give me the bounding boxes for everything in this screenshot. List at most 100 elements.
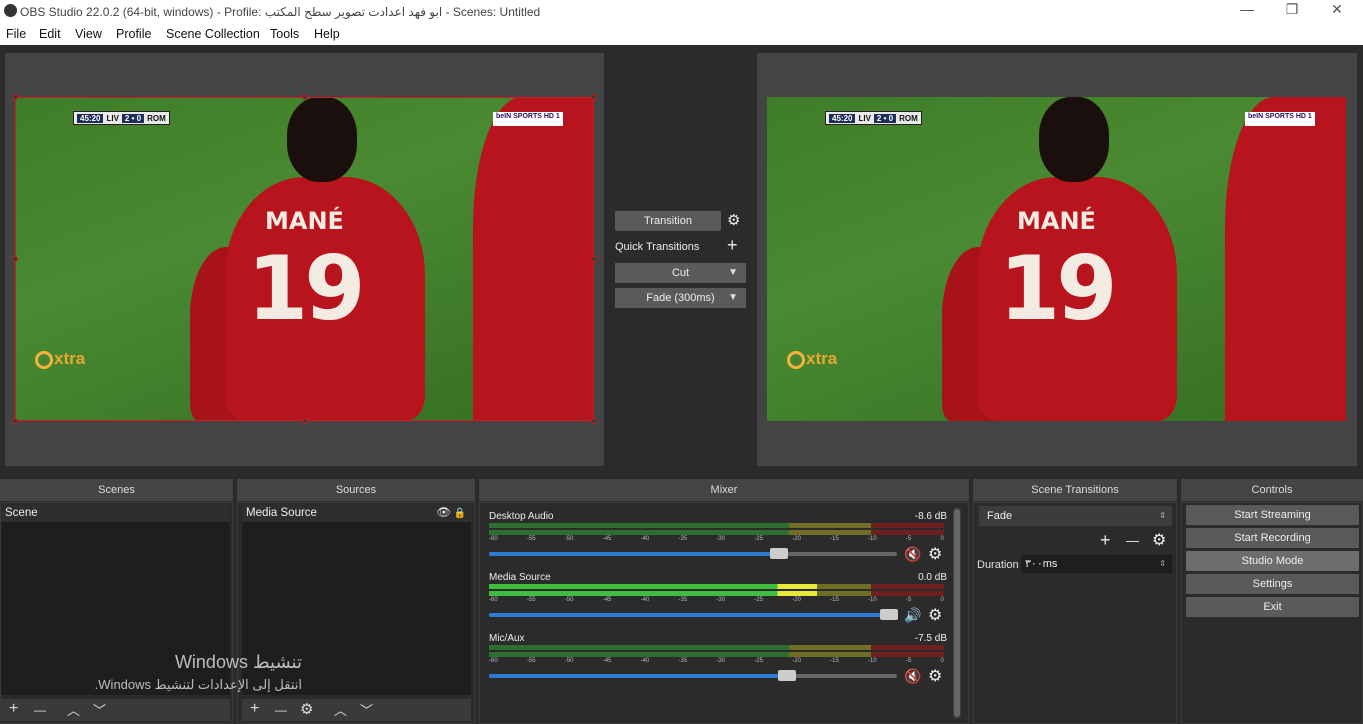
sources-dock-title: Sources — [237, 479, 475, 501]
remove-source-icon[interactable]: — — [275, 703, 287, 717]
resize-handle[interactable] — [12, 94, 18, 100]
tick-label: -50 — [564, 597, 574, 603]
chevron-updown-icon: ⇳ — [1159, 559, 1166, 568]
eye-icon[interactable]: 👁 — [436, 505, 451, 522]
move-down-icon[interactable]: ﹀ — [360, 700, 373, 719]
volume-slider-knob[interactable] — [777, 670, 796, 681]
obs-logo-icon — [4, 4, 17, 17]
mixer-scrollbar[interactable] — [953, 507, 961, 719]
restore-button[interactable]: ❐ — [1282, 1, 1302, 18]
channel-gear-icon[interactable]: ⚙ — [928, 669, 942, 685]
quick-transitions-label: Quick Transitions — [615, 241, 700, 253]
activation-watermark-text: انتقل إلى الإعدادات لتنشيط Windows. — [94, 677, 302, 692]
tick-label: -40 — [640, 597, 650, 603]
minimize-button[interactable]: — — [1237, 1, 1257, 17]
menu-file[interactable]: File — [6, 27, 26, 41]
speaker-icon[interactable]: 🔊 — [904, 608, 921, 623]
chevron-down-icon: ▼ — [728, 267, 738, 278]
add-scene-icon[interactable]: + — [9, 700, 18, 718]
move-up-icon[interactable]: ︿ — [67, 700, 80, 719]
program-pane: MANÉ 19 45:20 LIV 2 • 0 ROM beIN SPORTS … — [757, 53, 1357, 466]
tick-label: -55 — [526, 536, 536, 542]
tick-label: -50 — [564, 658, 574, 664]
channel-db-value: -8.6 dB — [914, 511, 947, 522]
source-selection-box[interactable] — [15, 97, 594, 421]
volume-meter — [489, 584, 944, 589]
cut-transition-button[interactable]: Cut ▼ — [615, 263, 746, 283]
start-streaming-button[interactable]: Start Streaming — [1186, 505, 1359, 525]
meter-ticks: -60 -55 -50 -45 -40 -35 -30 -25 -20 -15 -10 -5 0 — [489, 658, 944, 664]
tick-label: -5 — [905, 536, 912, 542]
tick-label: -45 — [602, 536, 612, 542]
menu-help[interactable]: Help — [314, 27, 340, 41]
resize-handle[interactable] — [12, 418, 18, 424]
menu-profile[interactable]: Profile — [116, 27, 151, 41]
add-transition-icon[interactable]: + — [1100, 531, 1111, 549]
resize-handle[interactable] — [591, 256, 597, 262]
chevron-updown-icon: ⇳ — [1159, 511, 1166, 520]
remove-transition-icon[interactable]: — — [1126, 533, 1139, 548]
menu-bar: File Edit View Profile Scene Collection … — [0, 23, 1363, 45]
list-item[interactable]: Scene — [1, 505, 230, 522]
lock-icon[interactable]: 🔒 — [454, 505, 466, 522]
mixer-channel: Media Source 0.0 dB -60 -55 -50 -45 -40 -35 -30-… — [484, 572, 949, 630]
resize-handle[interactable] — [591, 94, 597, 100]
add-quick-transition-icon[interactable]: + — [727, 236, 738, 254]
start-recording-button[interactable]: Start Recording — [1186, 528, 1359, 548]
channel-gear-icon[interactable]: ⚙ — [928, 608, 942, 624]
controls-dock-title: Controls — [1181, 479, 1363, 501]
resize-handle[interactable] — [12, 256, 18, 262]
scenes-toolbar: + — ︿ ﹀ — [1, 699, 230, 721]
move-down-icon[interactable]: ﹀ — [93, 700, 106, 719]
window-title: OBS Studio 22.0.2 (64-bit, windows) - Pr… — [20, 5, 541, 19]
volume-meter — [489, 523, 944, 528]
tick-label: -10 — [868, 536, 877, 542]
preview-pane[interactable]: MANÉ 19 45:20 LIV 2 • 0 ROM beIN SPORTS … — [5, 53, 604, 466]
menu-tools[interactable]: Tools — [270, 27, 299, 41]
tick-label: -15 — [830, 658, 839, 664]
volume-slider-knob[interactable] — [879, 609, 898, 620]
tick-label: -10 — [868, 597, 877, 603]
volume-slider[interactable] — [489, 670, 897, 681]
remove-scene-icon[interactable]: — — [34, 703, 46, 717]
resize-handle[interactable] — [302, 418, 308, 424]
scene-transitions-dock: Fade ⇳ + — ⚙ Duration ٣٠٠ms ⇳ — [973, 502, 1177, 724]
volume-meter — [489, 652, 944, 657]
tick-label: -35 — [678, 597, 688, 603]
list-item[interactable]: Media Source 👁 🔒 — [242, 505, 471, 522]
close-button[interactable]: ✕ — [1327, 1, 1347, 18]
tick-label: -10 — [868, 658, 877, 664]
studio-mode-button[interactable]: Studio Mode — [1186, 551, 1359, 571]
mixer-channels: Desktop Audio -8.6 dB -60 -55 -50 -45 -40 -35 -3… — [484, 505, 949, 723]
source-properties-gear-icon[interactable]: ⚙ — [300, 700, 313, 718]
move-up-icon[interactable]: ︿ — [334, 700, 347, 719]
transition-gear-icon[interactable]: ⚙ — [727, 213, 740, 228]
tick-label: -15 — [830, 597, 839, 603]
volume-slider[interactable] — [489, 548, 897, 559]
menu-edit[interactable]: Edit — [39, 27, 61, 41]
volume-slider-knob[interactable] — [769, 548, 788, 559]
resize-handle[interactable] — [302, 94, 308, 100]
transition-select[interactable]: Fade ⇳ — [979, 506, 1172, 526]
resize-handle[interactable] — [591, 418, 597, 424]
tick-label: -5 — [905, 658, 912, 664]
transition-button[interactable]: Transition — [615, 211, 721, 231]
tick-label: -25 — [754, 658, 764, 664]
muted-speaker-icon[interactable]: 🔇 — [904, 669, 921, 684]
exit-button[interactable]: Exit — [1186, 597, 1359, 617]
tick-label: -45 — [602, 597, 612, 603]
menu-view[interactable]: View — [75, 27, 102, 41]
transition-properties-gear-icon[interactable]: ⚙ — [1152, 533, 1166, 549]
tick-label: -35 — [678, 658, 688, 664]
tick-label: 0 — [940, 597, 944, 603]
add-source-icon[interactable]: + — [250, 700, 259, 718]
tick-label: -40 — [640, 536, 650, 542]
duration-spinbox[interactable]: ٣٠٠ms ⇳ — [1021, 555, 1172, 573]
volume-slider[interactable] — [489, 609, 898, 620]
volume-meter — [489, 645, 944, 650]
settings-button[interactable]: Settings — [1186, 574, 1359, 594]
channel-gear-icon[interactable]: ⚙ — [928, 547, 942, 563]
muted-speaker-icon[interactable]: 🔇 — [904, 547, 921, 562]
fade-transition-button[interactable]: Fade (300ms) ▼ — [615, 288, 746, 308]
menu-scene-collection[interactable]: Scene Collection — [166, 27, 260, 41]
